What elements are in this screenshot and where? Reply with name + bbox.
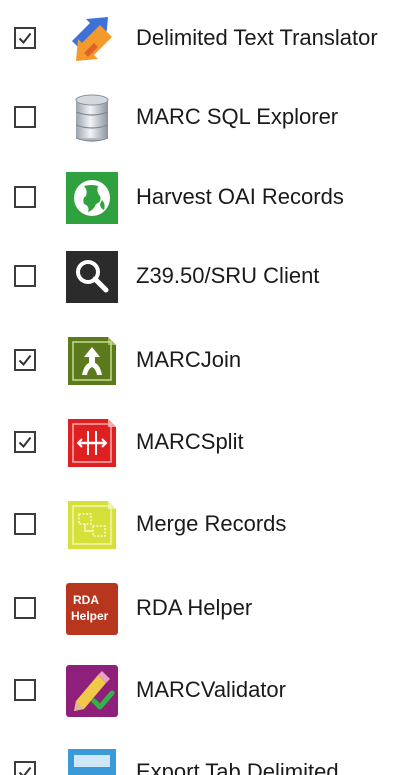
checkmark-icon <box>18 32 32 45</box>
checkbox-rda-helper[interactable] <box>14 597 36 619</box>
rda-icon-text-line-2: Helper <box>71 609 109 623</box>
tool-label: Z39.50/SRU Client <box>136 263 320 288</box>
checkbox-marcvalidator[interactable] <box>14 679 36 701</box>
tool-label: MARCValidator <box>136 677 286 702</box>
checkbox-delimited-text-translator[interactable] <box>14 27 36 49</box>
tool-label: Merge Records <box>136 511 287 536</box>
checkbox-export-tab-delimited[interactable] <box>14 761 36 775</box>
checkbox-harvest-oai-records[interactable] <box>14 186 36 208</box>
checkmark-icon <box>18 436 32 449</box>
export-tab-delimited-icon <box>64 745 120 775</box>
tool-row-marcjoin[interactable]: MARCJoin <box>0 330 416 390</box>
checkbox-merge-records[interactable] <box>14 513 36 535</box>
tool-list: Delimited Text Translator MARC SQL Explo… <box>0 0 416 775</box>
tool-row-export-tab-delimited[interactable]: Export Tab Delimited <box>0 742 416 775</box>
tool-label: Export Tab Delimited <box>136 759 339 775</box>
tool-row-rda-helper[interactable]: RDA Helper RDA Helper <box>0 578 416 638</box>
rda-icon-text-line-1: RDA <box>73 593 99 607</box>
marcsplit-icon <box>64 415 120 471</box>
checkbox-z3950-sru-client[interactable] <box>14 265 36 287</box>
tool-label: Harvest OAI Records <box>136 184 344 209</box>
tool-label: MARCJoin <box>136 347 242 372</box>
checkmark-icon <box>18 354 32 367</box>
database-icon <box>64 90 120 146</box>
magnifier-icon <box>64 249 120 305</box>
tool-label: MARC SQL Explorer <box>136 104 339 129</box>
tool-label: MARCSplit <box>136 429 244 454</box>
tool-row-marc-sql-explorer[interactable]: MARC SQL Explorer <box>0 87 416 147</box>
checkbox-marc-sql-explorer[interactable] <box>14 106 36 128</box>
delimited-text-translator-icon <box>64 11 120 67</box>
marcvalidator-icon <box>64 663 120 719</box>
tool-row-delimited-text-translator[interactable]: Delimited Text Translator <box>0 8 416 68</box>
marcjoin-icon <box>64 333 120 389</box>
tool-row-merge-records[interactable]: Merge Records <box>0 494 416 554</box>
tool-row-marcsplit[interactable]: MARCSplit <box>0 412 416 472</box>
merge-records-icon <box>64 497 120 553</box>
tool-row-harvest-oai-records[interactable]: Harvest OAI Records <box>0 167 416 227</box>
checkbox-marcsplit[interactable] <box>14 431 36 453</box>
tool-label: RDA Helper <box>136 595 253 620</box>
tool-label: Delimited Text Translator <box>136 25 378 50</box>
checkbox-marcjoin[interactable] <box>14 349 36 371</box>
globe-icon <box>64 170 120 226</box>
checkmark-icon <box>18 766 32 775</box>
tool-row-z3950-sru-client[interactable]: Z39.50/SRU Client <box>0 246 416 306</box>
rda-helper-icon: RDA Helper <box>64 581 120 637</box>
tool-row-marcvalidator[interactable]: MARCValidator <box>0 660 416 720</box>
